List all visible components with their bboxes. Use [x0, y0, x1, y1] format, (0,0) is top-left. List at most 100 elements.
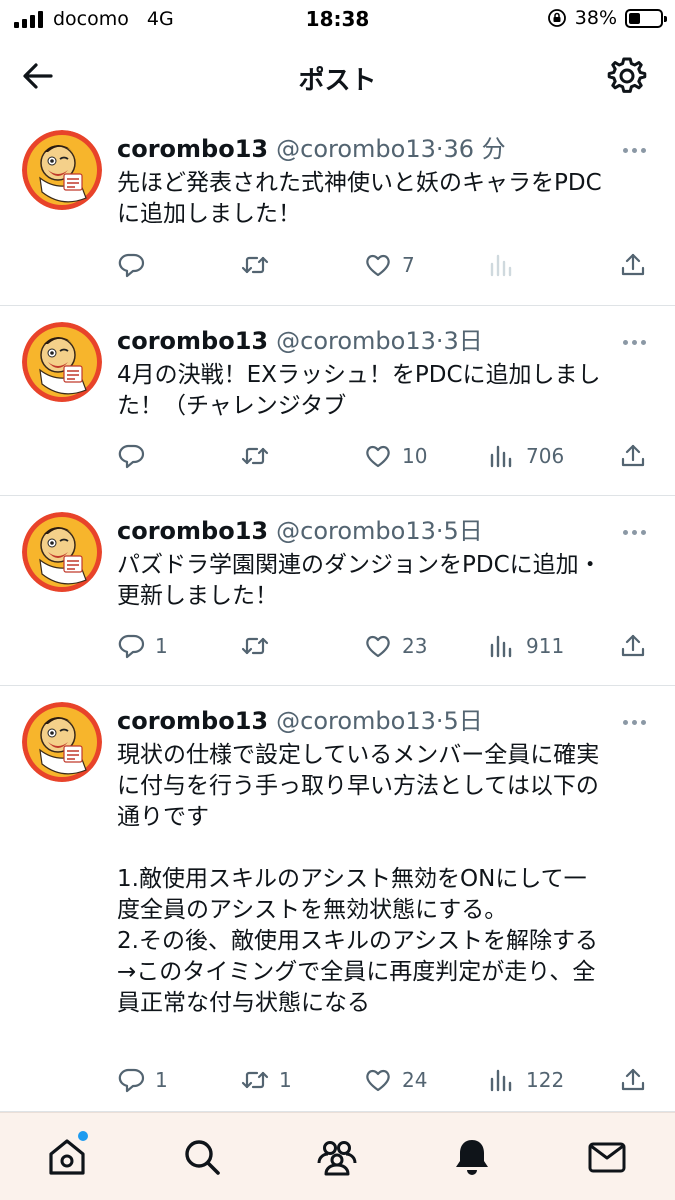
tweet-text: 先ほど発表された式神使いと妖のキャラをPDC に追加しました！ [117, 170, 602, 227]
tweet-card[interactable]: corombo13 @corombo13·5日 パズドラ学園関連のダンジョンをPD… [0, 496, 675, 686]
header: ポスト [0, 38, 675, 114]
like-count: 7 [402, 253, 415, 277]
post-time[interactable]: 36 分 [444, 135, 506, 163]
unread-dot [78, 1131, 88, 1141]
tab-home[interactable] [45, 1135, 89, 1179]
more-options-icon[interactable] [623, 330, 651, 345]
tab-messages[interactable] [585, 1135, 629, 1179]
share-button[interactable] [619, 629, 647, 663]
notifications-icon [456, 1140, 488, 1175]
retweet-icon [241, 256, 269, 274]
author-handle[interactable]: @corombo13 [276, 707, 436, 735]
gear-icon [607, 57, 647, 93]
page-title: ポスト [298, 66, 377, 96]
tab-notifications[interactable] [450, 1135, 494, 1179]
post-time[interactable]: 5日 [444, 707, 483, 735]
author-handle[interactable]: @corombo13 [276, 517, 436, 545]
tweet-actions: 1 1 24 122 [117, 1063, 657, 1097]
tweet-text: 4月の決戦！EXラッシュ！をPDCに追加しまし た！（チャレンジタブ [117, 362, 601, 419]
messages-icon [588, 1142, 626, 1173]
views-button[interactable] [488, 248, 526, 282]
heart-icon [366, 254, 390, 277]
separator-dot: · [435, 327, 444, 355]
share-icon [621, 253, 645, 276]
tweet-text: パズドラ学園関連のダンジョンをPDCに追加・ 更新しました！ [117, 552, 602, 609]
post-time[interactable]: 5日 [444, 517, 483, 545]
views-button[interactable]: 706 [488, 439, 564, 473]
avatar[interactable] [22, 130, 102, 210]
tweet-actions: 1 23 911 [117, 629, 657, 663]
tweet-text: 現状の仕様で設定しているメンバー全員に確実 に付与を行う手っ取り早い方法としては… [117, 742, 600, 1016]
share-icon [621, 634, 645, 657]
author-name[interactable]: corombo13 [117, 327, 268, 355]
author-name[interactable]: corombo13 [117, 707, 268, 735]
views-button[interactable]: 911 [488, 629, 564, 663]
tweet-card[interactable]: corombo13 @corombo13·5日 現状の仕様で設定しているメンバー全… [0, 686, 675, 1112]
reply-icon [118, 634, 145, 659]
like-button[interactable]: 23 [364, 629, 427, 663]
views-icon [490, 254, 512, 277]
view-count: 706 [526, 444, 565, 468]
status-bar: docomo 4G 18:38 38% [0, 0, 675, 38]
tweet-header: corombo13 @corombo13·5日 [117, 701, 483, 736]
tweet-header: corombo13 @corombo13·3日 [117, 321, 483, 356]
view-count: 122 [526, 1068, 565, 1092]
search-icon [185, 1140, 220, 1175]
settings-button[interactable] [605, 54, 649, 98]
views-icon [490, 1069, 512, 1092]
avatar[interactable] [22, 322, 102, 402]
retweet-icon [241, 1071, 269, 1089]
reply-icon [118, 1068, 145, 1093]
more-options-icon[interactable] [623, 138, 651, 153]
retweet-icon [241, 447, 269, 465]
share-button[interactable] [619, 1063, 647, 1097]
battery-percent: 38% [574, 7, 617, 29]
more-options-icon[interactable] [623, 710, 651, 725]
retweet-button[interactable] [241, 248, 279, 282]
more-options-icon[interactable] [623, 520, 651, 535]
like-count: 24 [402, 1068, 428, 1092]
reply-icon [118, 444, 145, 469]
views-button[interactable]: 122 [488, 1063, 564, 1097]
retweet-button[interactable]: 1 [241, 1063, 292, 1097]
reply-count: 1 [155, 634, 168, 658]
rotation-lock-icon [547, 9, 566, 27]
author-handle[interactable]: @corombo13 [276, 135, 436, 163]
like-button[interactable]: 7 [364, 248, 415, 282]
heart-icon [366, 445, 390, 468]
like-button[interactable]: 10 [364, 439, 427, 473]
separator-dot: · [435, 135, 444, 163]
tab-search[interactable] [180, 1135, 224, 1179]
author-name[interactable]: corombo13 [117, 517, 268, 545]
retweet-button[interactable] [241, 439, 279, 473]
share-button[interactable] [619, 439, 647, 473]
views-icon [490, 445, 512, 468]
share-button[interactable] [619, 248, 647, 282]
reply-button[interactable]: 1 [117, 1063, 168, 1097]
battery-fill [629, 12, 640, 24]
tweet-card[interactable]: corombo13 @corombo13·36 分 先ほど発表された式神使いと妖の… [0, 114, 675, 306]
home-icon [49, 1139, 85, 1175]
tab-communities[interactable] [315, 1135, 359, 1179]
like-count: 23 [402, 634, 428, 658]
reply-button[interactable] [117, 439, 155, 473]
retweet-button[interactable] [241, 629, 279, 663]
reply-button[interactable]: 1 [117, 629, 168, 663]
separator-dot: · [435, 707, 444, 735]
author-handle[interactable]: @corombo13 [276, 327, 436, 355]
author-name[interactable]: corombo13 [117, 135, 268, 163]
post-time[interactable]: 3日 [444, 327, 483, 355]
like-count: 10 [402, 444, 428, 468]
share-icon [621, 444, 645, 467]
reply-icon [118, 253, 145, 278]
avatar[interactable] [22, 702, 102, 782]
reply-button[interactable] [117, 248, 155, 282]
views-icon [490, 635, 512, 658]
tweet-card[interactable]: corombo13 @corombo13·3日 4月の決戦！EXラッシュ！をPDC… [0, 306, 675, 496]
heart-icon [366, 635, 390, 658]
avatar[interactable] [22, 512, 102, 592]
communities-icon [317, 1141, 357, 1176]
tab-bar [0, 1112, 675, 1200]
tweet-actions: 7 [117, 248, 657, 282]
like-button[interactable]: 24 [364, 1063, 427, 1097]
